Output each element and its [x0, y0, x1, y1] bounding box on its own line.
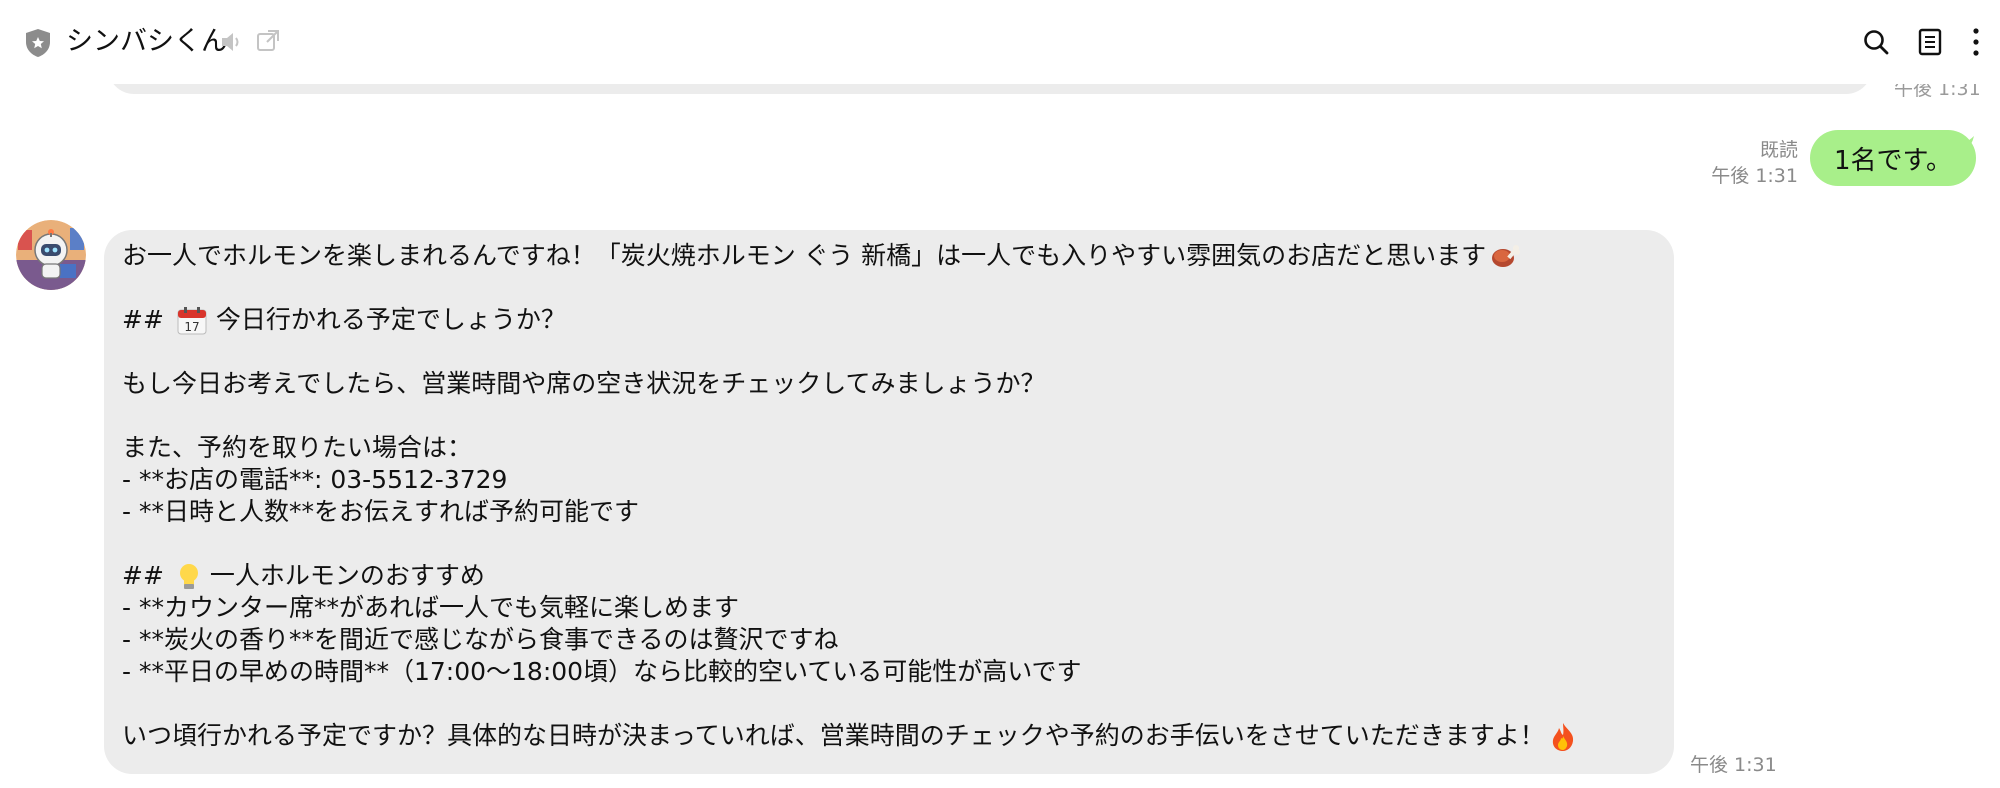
notes-icon [1918, 28, 1942, 56]
heading-marker: ## [122, 561, 164, 590]
message-line: いつ頃行かれる予定ですか？具体的な日時が決まっていれば、営業時間のチェックや予約… [122, 721, 1545, 750]
heading-text: 今日行かれる予定でしょうか？ [215, 305, 566, 334]
received-message-text: お一人でホルモンを楽しまれるんですね！「炭火焼ホルモン ぐう 新橋」は一人でも入… [122, 240, 1662, 752]
notes-button[interactable] [1912, 24, 1948, 60]
robot-avatar-image [16, 220, 86, 290]
fire-icon [1552, 723, 1573, 751]
sent-message-time: 午後 1:31 [1711, 165, 1798, 187]
svg-text:17: 17 [184, 320, 199, 334]
message-line: - **日時と人数**をお伝えすれば予約可能です [122, 497, 639, 526]
message-line: - **平日の早めの時間**（17:00〜18:00頃）なら比較的空いている可能… [122, 657, 1082, 686]
mute-icon [222, 33, 239, 51]
heading-marker: ## [122, 305, 164, 334]
chat-window: 午後 1:31 シンバシくん 既読 午後 1:31 1名です。 お一人でホルモン… [0, 0, 2000, 788]
heading-text: 一人ホルモンのおすすめ [209, 561, 485, 590]
message-line: お一人でホルモンを楽しまれるんですね！「炭火焼ホルモン ぐう 新橋」は一人でも入… [122, 241, 1487, 270]
meat-on-bone-icon [1492, 245, 1521, 267]
sent-message-meta: 既読 午後 1:31 [1711, 137, 1798, 189]
read-receipt: 既読 [1759, 139, 1798, 161]
message-line: - **炭火の香り**を間近で感じながら食事できるのは贅沢ですね [122, 625, 839, 654]
search-button[interactable] [1858, 24, 1894, 60]
more-menu-button[interactable] [1958, 24, 1994, 60]
message-line: - **カウンター席**があれば一人でも気軽に楽しめます [122, 593, 739, 622]
search-icon [1864, 30, 1889, 55]
external-window-icon[interactable] [256, 29, 280, 53]
received-message-time: 午後 1:31 [1690, 754, 1777, 776]
chat-title: シンバシくん [66, 26, 228, 57]
calendar-icon: 17 [177, 307, 207, 335]
chat-header: シンバシくん [0, 0, 2000, 84]
bot-avatar[interactable] [16, 220, 86, 290]
message-line: また、予約を取りたい場合は： [122, 433, 473, 462]
message-line: - **お店の電話**: 03-5512-3729 [122, 465, 508, 494]
message-line: もし今日お考えでしたら、営業時間や席の空き状況をチェックしてみましょうか？ [122, 369, 1046, 398]
shield-icon [26, 29, 50, 57]
more-icon [1973, 28, 1979, 56]
sent-message-bubble[interactable]: 1名です。 [1810, 130, 1976, 186]
light-bulb-icon [179, 564, 198, 589]
